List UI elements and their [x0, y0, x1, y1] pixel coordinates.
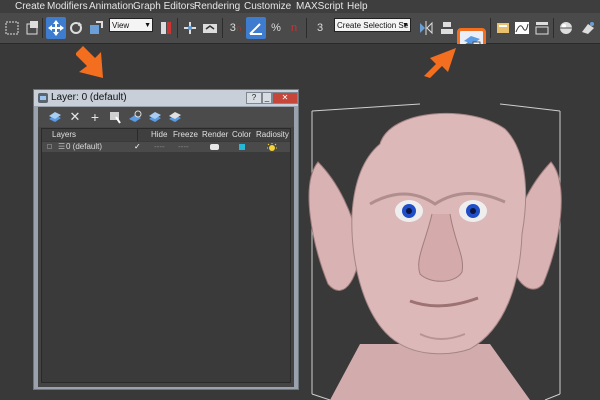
column-freeze[interactable]: Freeze: [173, 129, 198, 141]
column-layers[interactable]: Layers: [52, 129, 76, 141]
toolbar-separator: [490, 18, 491, 38]
dialog-body: ✕ + Layers Hide Freeze Render Color Radi…: [38, 107, 294, 387]
toolbar-separator: [177, 18, 178, 38]
menu-create[interactable]: Create: [15, 0, 45, 13]
layer-list-header: Layers Hide Freeze Render Color Radiosit…: [42, 129, 290, 141]
toolbar-separator: [42, 18, 43, 38]
curve-editor-icon[interactable]: [512, 17, 532, 39]
minimize-button[interactable]: _: [262, 92, 272, 104]
orange-arrow-down-icon: [76, 46, 103, 78]
layers-icon: [38, 93, 48, 103]
layer-list[interactable]: Layers Hide Freeze Render Color Radiosit…: [41, 128, 291, 383]
align-icon[interactable]: [437, 17, 457, 39]
orange-arrow-up-icon: [424, 48, 456, 78]
radiosity-sun-icon[interactable]: [267, 143, 277, 151]
keyboard-shortcut-icon[interactable]: [200, 17, 220, 39]
menu-graph-editors[interactable]: Graph Editors: [133, 0, 195, 13]
menu-rendering[interactable]: Rendering: [194, 0, 240, 13]
freeze-all-layers-icon[interactable]: [168, 110, 182, 124]
help-button[interactable]: ?: [246, 92, 262, 104]
hide-toggle[interactable]: ----: [154, 142, 165, 152]
chevron-down-icon: ▼: [402, 22, 409, 29]
layer-manager-dialog: Layer: 0 (default) ? _ ✕ ✕ + Layers Hide…: [33, 89, 299, 390]
menu-help[interactable]: Help: [347, 0, 368, 13]
spinner-snap-icon[interactable]: n: [284, 17, 304, 39]
layer-toolbar: ✕ +: [38, 107, 294, 127]
create-new-layer-icon[interactable]: [48, 110, 62, 124]
column-render[interactable]: Render: [202, 129, 228, 141]
toolbar-separator: [306, 18, 307, 38]
select-window-icon[interactable]: [22, 17, 42, 39]
select-in-layer-icon[interactable]: [108, 110, 122, 124]
reference-coordinate-dropdown[interactable]: View ▼: [109, 18, 153, 32]
spinner-label: n: [290, 22, 298, 34]
layer-row[interactable]: ☰ 0 (default) ✓ ---- ----: [42, 142, 290, 152]
close-icon: ✕: [281, 93, 289, 102]
menu-modifiers[interactable]: Modifiers: [47, 0, 88, 13]
menu-animation[interactable]: Animation: [89, 0, 133, 13]
add-to-layer-icon[interactable]: +: [88, 110, 102, 124]
minimize-icon: _: [264, 93, 270, 102]
layer-color-swatch[interactable]: [239, 144, 245, 150]
column-radiosity[interactable]: Radiosity: [256, 129, 289, 141]
close-button[interactable]: ✕: [272, 92, 298, 104]
menu-customize[interactable]: Customize: [244, 0, 291, 13]
main-toolbar: View ▼ 3 ∩ % n 3 Create Selection Se ▼: [0, 13, 600, 55]
delete-layer-icon[interactable]: ✕: [68, 110, 82, 124]
manipulate-icon[interactable]: [180, 17, 200, 39]
reference-coordinate-value: View: [112, 21, 130, 30]
percent-label: %: [271, 22, 281, 34]
column-color[interactable]: Color: [232, 129, 251, 141]
edit-named-label: 3: [316, 22, 324, 34]
percent-snap-icon[interactable]: %: [266, 17, 286, 39]
render-setup-icon[interactable]: [578, 17, 598, 39]
expand-checkbox[interactable]: [47, 144, 52, 149]
named-selection-dropdown[interactable]: Create Selection Se ▼: [334, 18, 411, 32]
render-teapot-icon[interactable]: [210, 144, 219, 150]
menu-maxscript[interactable]: MAXScript: [296, 0, 343, 13]
hide-all-layers-icon[interactable]: [148, 110, 162, 124]
angle-snap-icon[interactable]: [246, 17, 266, 39]
scale-icon[interactable]: [86, 17, 106, 39]
layer-icon: ☰: [58, 142, 66, 151]
mirror-icon[interactable]: [416, 17, 436, 39]
named-selection-value: Create Selection Se: [337, 21, 409, 30]
pivot-center-icon[interactable]: [156, 17, 176, 39]
material-editor-icon[interactable]: [556, 17, 576, 39]
column-divider: [137, 129, 138, 141]
toolbar-separator: [553, 18, 554, 38]
graphite-tools-icon[interactable]: [493, 17, 513, 39]
dialog-title-bar[interactable]: Layer: 0 (default) ? _ ✕: [34, 90, 298, 106]
dialog-title: Layer: 0 (default): [51, 92, 127, 103]
chevron-down-icon: ▼: [144, 22, 151, 29]
schematic-view-icon[interactable]: [532, 17, 552, 39]
select-move-icon[interactable]: [46, 17, 66, 39]
magnet-icon: ∩: [235, 23, 243, 33]
edit-named-selection-icon[interactable]: 3: [310, 17, 330, 39]
snap-toggle-icon[interactable]: 3 ∩: [226, 17, 246, 39]
layer-name[interactable]: 0 (default): [66, 142, 102, 152]
rotate-icon[interactable]: [66, 17, 86, 39]
freeze-toggle[interactable]: ----: [178, 142, 189, 152]
select-region-icon[interactable]: [2, 17, 22, 39]
toolbar-separator: [222, 18, 223, 38]
help-icon: ?: [251, 93, 257, 102]
highlight-selected-layer-icon[interactable]: [128, 110, 142, 124]
current-layer-check-icon[interactable]: ✓: [134, 142, 141, 152]
menu-bar: Create Modifiers Animation Graph Editors…: [0, 0, 600, 13]
column-hide[interactable]: Hide: [151, 129, 167, 141]
